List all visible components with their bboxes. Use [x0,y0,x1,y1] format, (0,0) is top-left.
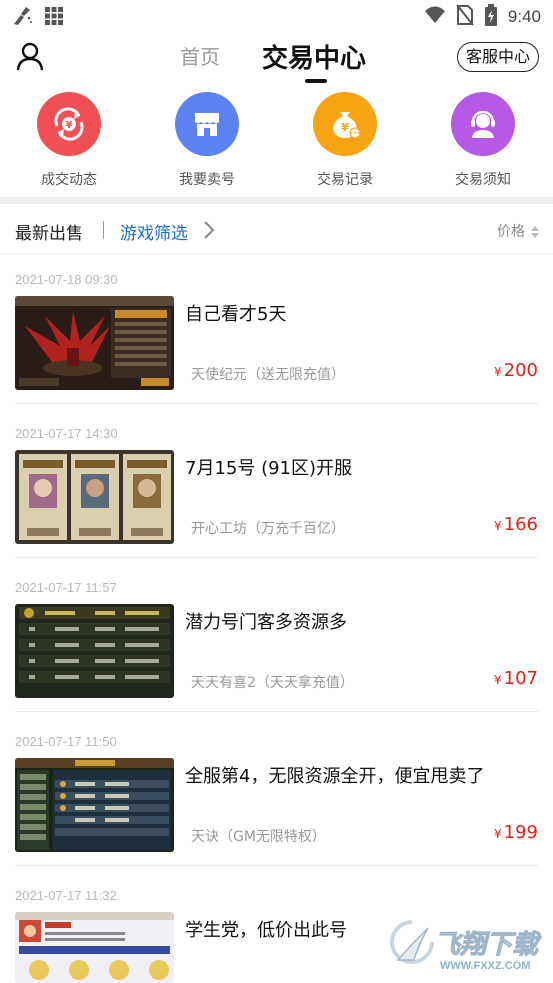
currency-symbol: ¥ [494,519,502,533]
trade-notice-label: 交易须知 [455,172,511,188]
listing-title: 7月15号 (91区)开服 [185,458,353,479]
money-bag-icon: ¥ ••• [313,92,377,156]
currency-symbol: ¥ [494,673,502,687]
quick-actions: ¥ 成交动态 我要卖号 ¥ ••• 交易记录 交易须知 [0,90,553,194]
listing-date: 2021-07-17 11:57 [15,580,117,595]
listing-price: ¥107 [494,668,538,689]
svg-text:¥: ¥ [66,120,73,131]
trade-notice-button[interactable]: 交易须知 [433,90,533,189]
listing-thumbnail [15,450,174,544]
deal-feed-label: 成交动态 [41,172,97,188]
row-divider [15,403,538,404]
currency-symbol: ¥ [494,365,502,379]
listing-thumbnail [15,758,174,852]
chevron-right-icon[interactable] [203,220,215,244]
row-divider [15,711,538,712]
support-agent-icon [451,92,515,156]
listing-game: 天天有喜2（天天拿充值） [191,675,354,691]
customer-service-button[interactable]: 客服中心 [456,42,539,72]
listing-price: ¥166 [494,514,538,535]
listing-thumbnail [15,912,174,983]
tab-home[interactable]: 首页 [180,41,220,70]
filter-separator [103,221,104,239]
listing-date: 2021-07-17 11:50 [15,734,117,749]
grid-icon [44,6,64,30]
listing-price: ¥199 [494,822,538,843]
game-filter-link[interactable]: 游戏筛选 [120,219,188,244]
tab-trade-center[interactable]: 交易中心 [262,38,366,75]
listing-game: 天诀（GM无限特权） [191,829,326,845]
listing-thumbnail [15,296,174,390]
section-divider [0,197,553,204]
currency-symbol: ¥ [494,827,502,841]
shop-icon [175,92,239,156]
price-sort[interactable]: 价格 [497,221,525,241]
no-sim-icon [456,4,474,30]
exchange-yen-icon: ¥ [37,92,101,156]
deal-feed-button[interactable]: ¥ 成交动态 [19,90,119,189]
listing-title: 潜力号门客多资源多 [185,612,347,633]
listing-item[interactable]: 2021-07-17 11:57 潜力号门客多资源多 天天有喜2（天天拿充值） … [0,580,553,734]
sell-account-button[interactable]: 我要卖号 [157,90,257,189]
listing-item[interactable]: 2021-07-18 09:30 自己看才5天 天使纪元（送无限充值） ¥200 [0,272,553,426]
battery-icon [484,4,498,30]
profile-button[interactable] [14,40,46,72]
user-icon [14,42,46,76]
listing-date: 2021-07-17 11:32 [15,888,117,903]
listing-title: 自己看才5天 [185,304,287,325]
sort-arrows-icon[interactable] [531,223,539,242]
watermark-url: WWW.FXXZ.COM [440,960,531,972]
price-value: 199 [503,822,538,843]
svg-text:¥: ¥ [341,121,349,134]
listing-game: 开心工坊（万充千百亿） [191,521,345,537]
listing-price: ¥200 [494,360,538,381]
status-bar: 9:40 [0,0,553,32]
listing-date: 2021-07-18 09:30 [15,272,118,287]
listing-game: 天使纪元（送无限充值） [191,367,345,383]
broom-icon [12,6,34,30]
wifi-icon [424,5,446,29]
price-value: 166 [503,514,538,535]
trade-records-label: 交易记录 [317,172,373,188]
filter-bar: 最新出售 游戏筛选 价格 [0,204,553,254]
active-tab-indicator [305,79,327,83]
listing-title: 全服第4，无限资源全开，便宜甩卖了 [185,766,485,787]
watermark: 飞翔下载 WWW.FXXZ.COM [388,916,546,980]
sell-account-label: 我要卖号 [179,172,235,188]
listing-item[interactable]: 2021-07-17 11:50 全服第4，无限资源全开，便宜甩卖了 天诀（GM… [0,734,553,888]
svg-text:•••: ••• [350,130,361,137]
latest-sale-tab[interactable]: 最新出售 [15,219,83,244]
row-divider [15,557,538,558]
listing-item[interactable]: 2021-07-17 14:30 7月15号 (91区)开服 开心工坊（万充千百… [0,426,553,580]
listing-date: 2021-07-17 14:30 [15,426,118,441]
watermark-text: 飞翔下载 [433,930,539,961]
listing-title: 学生党，低价出此号 [185,920,347,941]
clock: 9:40 [507,7,541,26]
price-value: 200 [503,360,538,381]
top-navigation: 首页 交易中心 客服中心 [0,32,553,83]
listing-thumbnail [15,604,174,698]
price-value: 107 [503,668,538,689]
row-divider [15,865,538,866]
trade-records-button[interactable]: ¥ ••• 交易记录 [295,90,395,189]
